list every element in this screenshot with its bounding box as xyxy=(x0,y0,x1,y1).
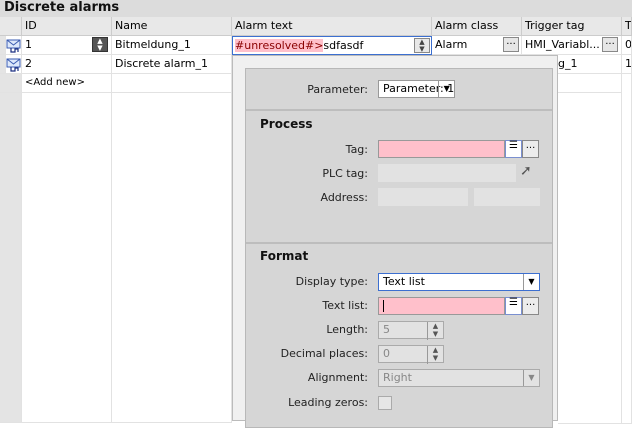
list-icon[interactable]: ☰ xyxy=(505,297,522,315)
alarm-text-spinner[interactable]: ▲ ▼ xyxy=(414,38,430,53)
row-1-alarm-class[interactable]: Alarm... xyxy=(432,36,522,55)
alarm-class-value: Alarm xyxy=(435,38,468,51)
decimal-places-label: Decimal places: xyxy=(280,347,368,360)
row-2-name[interactable]: Discrete alarm_1 xyxy=(112,55,232,74)
divider xyxy=(246,242,552,244)
display-type-dropdown[interactable]: Text list ▼ xyxy=(378,273,540,291)
parameter-panel: Parameter: Parameter: 1 ▼ Process Tag: ☰ … xyxy=(245,68,553,428)
header-alarm-text[interactable]: Alarm text xyxy=(232,17,432,36)
display-type-label: Display type: xyxy=(295,275,368,288)
decimal-value: 0 xyxy=(383,347,390,360)
row-1-t[interactable]: 0 xyxy=(622,36,632,55)
divider xyxy=(246,109,552,111)
row-2-id[interactable]: 2 xyxy=(22,55,112,74)
empty-cell xyxy=(112,74,232,93)
empty-cell xyxy=(112,93,232,423)
address-field-2 xyxy=(474,188,540,206)
text-list-input[interactable] xyxy=(378,297,505,315)
empty-cell xyxy=(558,74,622,424)
header-t[interactable]: T xyxy=(622,17,632,36)
trigger-tag-value: HMI_Variabl... xyxy=(525,38,600,51)
parameter-dropdown[interactable]: Parameter: 1 ▼ xyxy=(378,80,456,98)
chevron-down-icon: ▼ xyxy=(523,370,539,386)
spinner-icon: ▲ ▼ xyxy=(427,346,443,364)
format-heading: Format xyxy=(260,249,309,263)
alignment-dropdown: Right ▼ xyxy=(378,369,540,387)
chevron-down-icon[interactable]: ▼ xyxy=(523,274,539,290)
alarm-text-input[interactable]: #unresolved#>sdfasdf ▲ ▼ xyxy=(232,36,432,55)
process-heading: Process xyxy=(260,117,313,131)
header-alarm-class[interactable]: Alarm class xyxy=(432,17,522,36)
goto-arrow-icon[interactable]: ➚ xyxy=(520,163,532,179)
trigger-tag-browse-button[interactable]: ... xyxy=(602,37,618,52)
length-value: 5 xyxy=(383,323,390,336)
add-new-row[interactable]: <Add new> xyxy=(22,74,112,93)
alarm-icon xyxy=(6,55,22,74)
unresolved-field[interactable]: #unresolved#> xyxy=(235,39,324,52)
list-icon[interactable]: ☰ xyxy=(505,140,522,158)
row-1-id[interactable]: 1 ▲ ▼ xyxy=(22,36,112,55)
header-selector xyxy=(0,17,22,36)
text-list-browse-button[interactable]: ... xyxy=(522,297,539,315)
leading-zeros-checkbox xyxy=(378,396,392,410)
plc-tag-label: PLC tag: xyxy=(322,167,368,180)
text-cursor xyxy=(383,300,384,312)
header-id[interactable]: ID xyxy=(22,17,112,36)
address-field xyxy=(378,188,468,206)
length-stepper: 5 ▲ ▼ xyxy=(378,321,444,340)
display-type-value: Text list xyxy=(383,275,425,288)
alarm-class-browse-button[interactable]: ... xyxy=(503,37,519,52)
row-1-trigger-tag[interactable]: HMI_Variabl...... xyxy=(522,36,622,55)
empty-cell xyxy=(622,74,632,424)
tag-label: Tag: xyxy=(345,143,368,156)
spinner-icon: ▲ ▼ xyxy=(427,322,443,340)
decimal-places-stepper: 0 ▲ ▼ xyxy=(378,345,444,364)
leading-zeros-label: Leading zeros: xyxy=(288,396,368,409)
header-trigger-tag[interactable]: Trigger tag xyxy=(522,17,622,36)
id-spinner[interactable]: ▲ ▼ xyxy=(92,37,108,52)
length-label: Length: xyxy=(326,323,368,336)
editor-title: Discrete alarms xyxy=(0,0,632,17)
row-1-name[interactable]: Bitmeldung_1 xyxy=(112,36,232,55)
row-selector-column xyxy=(0,93,22,423)
text-list-label: Text list: xyxy=(322,299,368,312)
id-value: 1 xyxy=(25,38,32,51)
chevron-down-icon[interactable]: ▼ xyxy=(438,81,454,97)
tag-browse-button[interactable]: ... xyxy=(522,140,539,158)
alarm-text-value: sdfasdf xyxy=(323,39,364,52)
alignment-label: Alignment: xyxy=(307,371,368,384)
empty-cell xyxy=(22,93,112,423)
row-2-t[interactable]: 1 xyxy=(622,55,632,74)
header-name[interactable]: Name xyxy=(112,17,232,36)
alignment-value: Right xyxy=(383,371,412,384)
parameter-label: Parameter: xyxy=(307,83,368,96)
address-label: Address: xyxy=(320,191,368,204)
alarm-parameter-popup: Parameter: Parameter: 1 ▼ Process Tag: ☰ … xyxy=(232,55,558,428)
row-selector xyxy=(0,74,22,93)
alarm-icon xyxy=(6,36,22,55)
plc-tag-field xyxy=(378,164,516,182)
tag-input[interactable] xyxy=(378,140,505,158)
